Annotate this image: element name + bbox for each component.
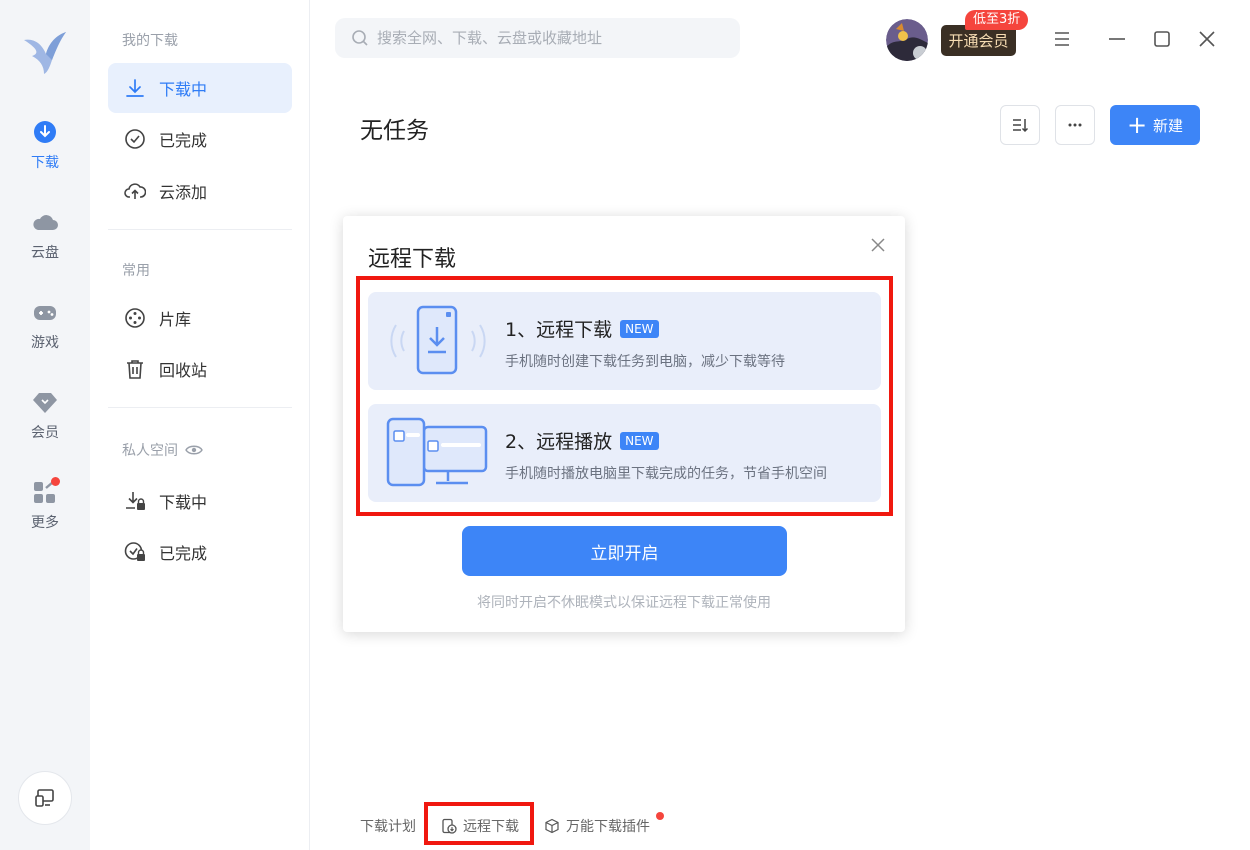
download-circle-icon [34,121,56,143]
sort-icon [1013,119,1029,133]
sort-button[interactable] [1000,105,1040,145]
close-window-icon[interactable] [1196,28,1218,50]
nav-item-games[interactable]: 游戏 [0,300,90,360]
nav-item-download[interactable]: 下载 [0,120,90,180]
cube-icon [545,818,559,834]
feature-card-remote-download: 1、远程下载 NEW 手机随时创建下载任务到电脑，减少下载等待 [368,292,881,390]
sidebar-item-label: 下载中 [159,80,208,99]
sidebar-item-completed[interactable]: 已完成 [108,114,292,164]
cloud-icon [33,215,58,230]
enable-now-button[interactable]: 立即开启 [462,526,787,576]
sidebar-item-label: 回收站 [159,361,208,380]
check-lock-icon [124,542,145,561]
remote-download-icon [442,818,457,834]
dialog-title: 远程下载 [368,247,457,272]
sidebar-item-trash[interactable]: 回收站 [108,344,292,394]
nav-item-label: 更多 [31,515,59,531]
sidebar-header-my-downloads: 我的下载 [122,33,178,49]
remote-download-dialog: 远程下载 1、远程下载 NEW 手机随时创建下载任务到电脑，减少下载等待 2、远… [343,216,905,632]
feature-title: 2、远程播放 NEW [505,427,659,454]
sidebar-item-downloading[interactable]: 下载中 [108,63,292,113]
nav-item-label: 会员 [31,425,59,441]
phone-download-icon [390,305,486,375]
sidebar-divider [108,229,292,230]
device-switch-button[interactable] [18,771,72,825]
sidebar-item-label: 下载中 [159,493,208,512]
feature-title-text: 2、远程播放 [505,431,613,453]
user-avatar-icon [886,19,928,61]
nav-rail: 下载 云盘 游戏 会员 更多 [0,0,90,850]
download-lock-icon [126,492,145,510]
new-tag: NEW [620,319,659,338]
sidebar-item-private-completed[interactable]: 已完成 [108,527,292,577]
trash-icon [127,360,143,379]
nav-item-cloud[interactable]: 云盘 [0,210,90,270]
gamepad-icon [34,306,56,320]
nav-item-label: 游戏 [31,335,59,351]
app-logo-icon [24,32,66,74]
film-reel-icon [125,308,145,328]
more-badge-dot [51,477,60,486]
menu-icon[interactable] [1051,28,1073,50]
diamond-icon [33,393,57,413]
search-input[interactable] [377,29,717,47]
sidebar-header-private-label: 私人空间 [122,443,178,459]
footer-link-label: 下载计划 [360,819,416,835]
check-circle-icon [125,129,145,149]
nav-item-label: 云盘 [31,245,59,261]
nav-item-more[interactable]: 更多 [0,480,90,540]
sidebar-divider [108,407,292,408]
footer-link-label: 远程下载 [463,819,519,835]
nav-item-label: 下载 [31,155,59,171]
nav-item-vip[interactable]: 会员 [0,390,90,450]
new-tag: NEW [620,431,659,450]
feature-title-text: 1、远程下载 [505,319,613,341]
page-title: 无任务 [360,118,429,144]
more-options-button[interactable] [1055,105,1095,145]
sidebar-item-private-downloading[interactable]: 下载中 [108,476,292,526]
search-icon [352,30,368,46]
download-plan-link[interactable]: 下载计划 [360,816,416,836]
remote-download-link[interactable]: 远程下载 [441,816,519,836]
search-bar[interactable] [335,18,740,58]
sidebar-item-library[interactable]: 片库 [108,293,292,343]
minimize-icon[interactable] [1106,28,1128,50]
avatar[interactable] [886,19,928,61]
new-task-label: 新建 [1153,116,1184,135]
sidebar-item-label: 已完成 [159,131,208,150]
sidebar-item-label: 已完成 [159,544,208,563]
plugin-badge-dot [656,812,664,820]
feature-description: 手机随时创建下载任务到电脑，减少下载等待 [505,354,785,370]
sidebar-header-private: 私人空间 [122,440,203,460]
sidebar-item-cloud-add[interactable]: 云添加 [108,166,292,216]
download-sidebar: 我的下载 下载中 已完成 云添加 常用 片库 回收站 私人空间 下载中 已完成 [90,0,310,850]
dialog-note: 将同时开启不休眠模式以保证远程下载正常使用 [477,595,771,611]
phone-monitor-icon [386,417,488,487]
maximize-icon[interactable] [1151,28,1173,50]
feature-title: 1、远程下载 NEW [505,315,659,342]
feature-description: 手机随时播放电脑里下载完成的任务，节省手机空间 [505,466,827,482]
plus-icon: + [1126,111,1148,139]
sidebar-item-label: 片库 [159,310,192,329]
app-window: 下载 云盘 游戏 会员 更多 我的下载 下载中 已完成 云添加 常用 片库 回收… [0,0,1250,850]
cloud-upload-icon [124,183,146,199]
eye-icon[interactable] [185,443,203,457]
sidebar-item-label: 云添加 [159,183,208,202]
device-screen-icon [35,789,54,807]
more-dots-icon [1068,123,1082,127]
footer-link-label: 万能下载插件 [566,819,650,835]
close-icon[interactable] [869,236,887,254]
new-task-button[interactable]: + 新建 [1110,105,1200,145]
vip-discount-badge: 低至3折 [965,10,1029,30]
download-arrow-icon [126,79,144,97]
universal-plugin-link[interactable]: 万能下载插件 [544,816,650,836]
feature-card-remote-play: 2、远程播放 NEW 手机随时播放电脑里下载完成的任务，节省手机空间 [368,404,881,502]
sidebar-header-common: 常用 [122,263,150,279]
